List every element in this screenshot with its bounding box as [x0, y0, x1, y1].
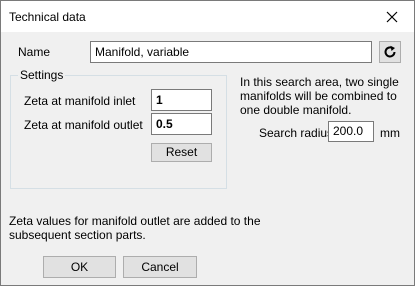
outlet-zeta-field[interactable]: 0.5: [151, 113, 212, 135]
search-info-text: In this search area, two single manifold…: [240, 75, 399, 117]
name-field[interactable]: Manifold, variable: [90, 41, 372, 63]
refresh-icon: [384, 45, 396, 58]
search-radius-field[interactable]: 200.0: [328, 121, 374, 142]
technical-data-dialog: Technical data Name Manifold, variable S…: [0, 0, 415, 286]
close-icon: [386, 11, 398, 22]
title-bar: Technical data: [1, 1, 414, 32]
window-title: Technical data: [9, 10, 86, 24]
outlet-label: Zeta at manifold outlet: [24, 118, 143, 132]
cancel-button[interactable]: Cancel: [123, 256, 197, 278]
inlet-zeta-field[interactable]: 1: [151, 89, 212, 111]
close-button[interactable]: [370, 1, 414, 32]
ok-button[interactable]: OK: [43, 256, 116, 278]
reset-button[interactable]: Reset: [151, 143, 212, 162]
search-radius-label: Search radius: [259, 126, 334, 140]
footer-note: Zeta values for manifold outlet are adde…: [9, 214, 261, 242]
refresh-button[interactable]: [379, 41, 401, 63]
search-radius-unit: mm: [380, 126, 400, 140]
name-label: Name: [18, 45, 51, 59]
inlet-label: Zeta at manifold inlet: [24, 94, 136, 108]
settings-legend: Settings: [18, 68, 66, 82]
